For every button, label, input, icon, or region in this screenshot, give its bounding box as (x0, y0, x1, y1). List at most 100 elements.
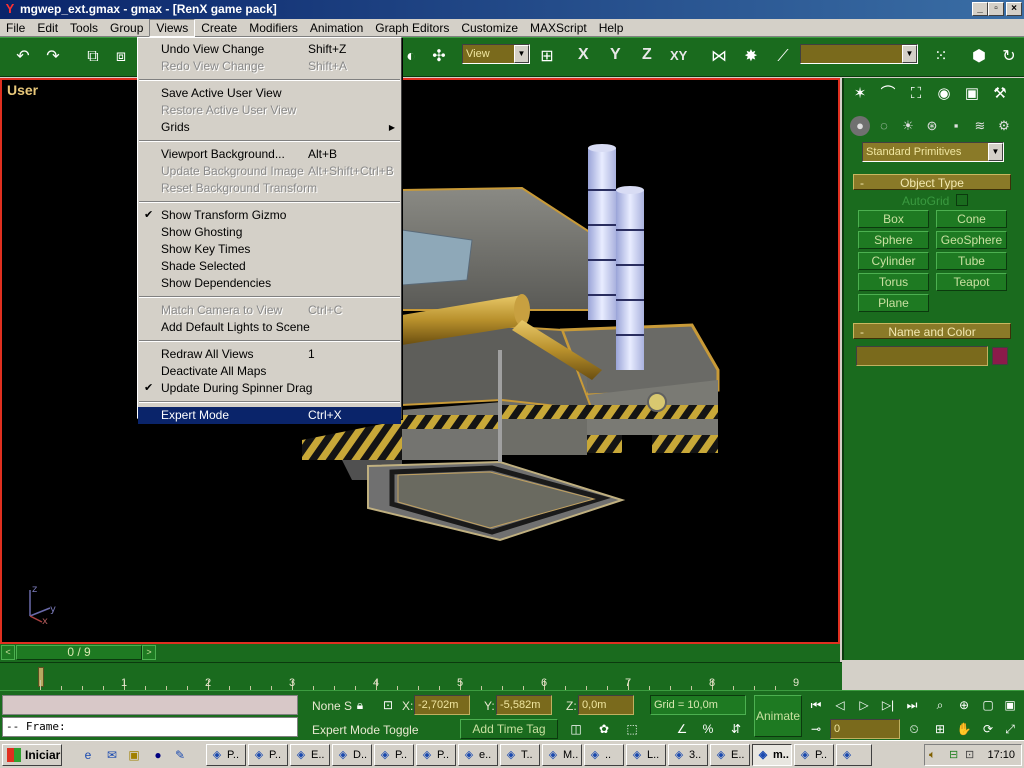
play-icon[interactable]: ▷ (854, 695, 874, 715)
menu-customize[interactable]: Customize (455, 19, 524, 37)
hierarchy-tab-icon[interactable]: ⛶ (904, 82, 928, 106)
taskbar-task-button[interactable]: ◈ P.. (374, 744, 414, 766)
prev-frame-button[interactable]: < (1, 645, 15, 660)
object-type-rollout[interactable]: - Object Type (853, 174, 1011, 190)
menu-graph-editors[interactable]: Graph Editors (369, 19, 455, 37)
views-menu-item-shade-selected[interactable]: Shade Selected (138, 258, 401, 275)
spacewarps-icon[interactable]: ≋ (970, 116, 990, 136)
absolute-mode-icon[interactable]: ⊡ (378, 695, 398, 715)
menu-help[interactable]: Help (593, 19, 630, 37)
taskbar-task-button[interactable]: ◈ E.. (290, 744, 330, 766)
views-menu-item-viewport-background[interactable]: Viewport Background... Alt+B (138, 146, 401, 163)
restore-button[interactable]: ▫ (988, 2, 1004, 16)
snap-percent-icon[interactable]: % (698, 719, 718, 739)
next-frame-button[interactable]: > (142, 645, 156, 660)
create-tab-icon[interactable]: ✶ (848, 82, 872, 106)
taskbar-task-button[interactable]: ◈ P.. (206, 744, 246, 766)
taskbar-task-button[interactable]: ◈ P.. (794, 744, 834, 766)
degradation-icon[interactable]: ✿ (594, 719, 614, 739)
taskbar-task-button[interactable]: ◈ P.. (248, 744, 288, 766)
viewport-user[interactable]: User z y x (0, 78, 840, 644)
autogrid-checkbox[interactable] (956, 194, 968, 206)
object-color-swatch[interactable] (992, 347, 1008, 365)
internet-explorer-icon[interactable]: e (80, 747, 96, 763)
scale-icon[interactable]: ✣ (426, 43, 452, 71)
maximize-viewport-icon[interactable]: ⤢ (1000, 719, 1020, 739)
views-menu-item-show-dependencies[interactable]: Show Dependencies (138, 275, 401, 292)
zoom-all-icon[interactable]: ⊕ (954, 695, 974, 715)
helpers-icon[interactable]: ▪ (946, 116, 966, 136)
menu-animation[interactable]: Animation (304, 19, 369, 37)
menu-modifiers[interactable]: Modifiers (243, 19, 304, 37)
align-icon[interactable]: ⟋ (770, 43, 796, 71)
views-menu-item-show-key-times[interactable]: Show Key Times (138, 241, 401, 258)
menu-create[interactable]: Create (195, 19, 243, 37)
media-icon[interactable]: ● (150, 747, 166, 763)
add-time-tag-button[interactable]: Add Time Tag (460, 719, 558, 739)
taskbar-task-button[interactable]: ◈ m.. (752, 744, 792, 766)
category-combo[interactable]: Standard Primitives ▼ (862, 142, 1004, 162)
close-button[interactable]: × (1006, 2, 1022, 16)
spinner-snap-icon[interactable]: ⇵ (726, 719, 746, 739)
object-name-input[interactable] (856, 346, 988, 366)
y-coordinate-field[interactable]: -5,582m (496, 695, 552, 715)
restrict-z-button[interactable]: Z (642, 46, 652, 64)
taskbar-task-button[interactable]: ◈ D.. (332, 744, 372, 766)
time-slider-thumb[interactable]: 0 / 9 (16, 645, 142, 660)
undo-icon[interactable]: ↶ (10, 43, 36, 71)
volume-icon[interactable]: 🔈︎ (929, 745, 936, 765)
menu-views[interactable]: Views (149, 19, 196, 37)
shapes-icon[interactable]: ◌ (874, 116, 894, 136)
outlook-icon[interactable]: ✉ (104, 747, 120, 763)
views-menu-item-grids[interactable]: Grids ▶ (138, 119, 401, 136)
z-coordinate-field[interactable]: 0,0m (578, 695, 634, 715)
taskbar-task-button[interactable]: ◈ M.. (542, 744, 582, 766)
geometry-icon[interactable]: ● (850, 116, 870, 136)
goto-start-icon[interactable]: ⏮ (806, 695, 826, 715)
select-link-icon[interactable]: ⧉ (80, 43, 106, 71)
start-button[interactable]: Iniciar (2, 744, 62, 766)
viewport-label[interactable]: User (7, 82, 38, 98)
create-box-button[interactable]: Box (858, 210, 929, 228)
restrict-xy-button[interactable]: XY (670, 48, 687, 63)
minimize-button[interactable]: _ (972, 2, 988, 16)
menu-group[interactable]: Group (104, 19, 149, 37)
redo-icon[interactable]: ↷ (40, 43, 66, 71)
x-coordinate-field[interactable]: -2,702m (414, 695, 470, 715)
lights-icon[interactable]: ☀ (898, 116, 918, 136)
zoom-extents-all-icon[interactable]: ▣ (1000, 695, 1020, 715)
quicklaunch-icon[interactable]: ▣ (126, 747, 142, 763)
animate-button[interactable]: Animate (754, 695, 802, 737)
cube-icon[interactable]: ⬚ (622, 719, 642, 739)
views-menu-item-undo-view-change[interactable]: Undo View Change Shift+Z (138, 41, 401, 58)
taskbar-task-button[interactable]: ◈ L.. (626, 744, 666, 766)
next-key-icon[interactable]: ▷| (878, 695, 898, 715)
named-selection-icon[interactable]: ⁙ (928, 43, 954, 71)
menu-maxscript[interactable]: MAXScript (524, 19, 593, 37)
menu-tools[interactable]: Tools (64, 19, 104, 37)
views-menu-item-show-ghosting[interactable]: Show Ghosting (138, 224, 401, 241)
views-menu-item-deactivate-all-maps[interactable]: Deactivate All Maps (138, 363, 401, 380)
pivot-center-icon[interactable]: ⊞ (534, 43, 560, 71)
arc-rotate-icon[interactable]: ⟳ (978, 719, 998, 739)
pan-icon[interactable]: ✋ (954, 719, 974, 739)
maxscript-listener-line2[interactable]: -- Frame: (2, 717, 298, 737)
cameras-icon[interactable]: ⊛ (922, 116, 942, 136)
time-config-icon[interactable]: ⏲ (904, 719, 924, 739)
views-menu-item-show-transform-gizmo[interactable]: ✔ Show Transform Gizmo (138, 207, 401, 224)
create-cylinder-button[interactable]: Cylinder (858, 252, 929, 270)
network-icon[interactable]: ⊟ (949, 745, 958, 765)
notepad-icon[interactable]: ✎ (172, 747, 188, 763)
region-zoom-icon[interactable]: ⊞ (930, 719, 950, 739)
unlink-icon[interactable]: ⧈ (108, 43, 134, 71)
create-teapot-button[interactable]: Teapot (936, 273, 1007, 291)
lock-selection-icon[interactable]: 🔒︎ (350, 695, 370, 715)
views-menu-item-add-default-lights-to-scene[interactable]: Add Default Lights to Scene (138, 319, 401, 336)
taskbar-task-button[interactable]: ◈ e.. (458, 744, 498, 766)
menu-file[interactable]: File (0, 19, 31, 37)
create-sphere-button[interactable]: Sphere (858, 231, 929, 249)
views-menu-item-save-active-user-view[interactable]: Save Active User View (138, 85, 401, 102)
taskbar-task-button[interactable]: ◈ E.. (710, 744, 750, 766)
mirror-icon[interactable]: ⋈ (706, 43, 732, 71)
modify-tab-icon[interactable]: ⌒ (876, 82, 900, 106)
